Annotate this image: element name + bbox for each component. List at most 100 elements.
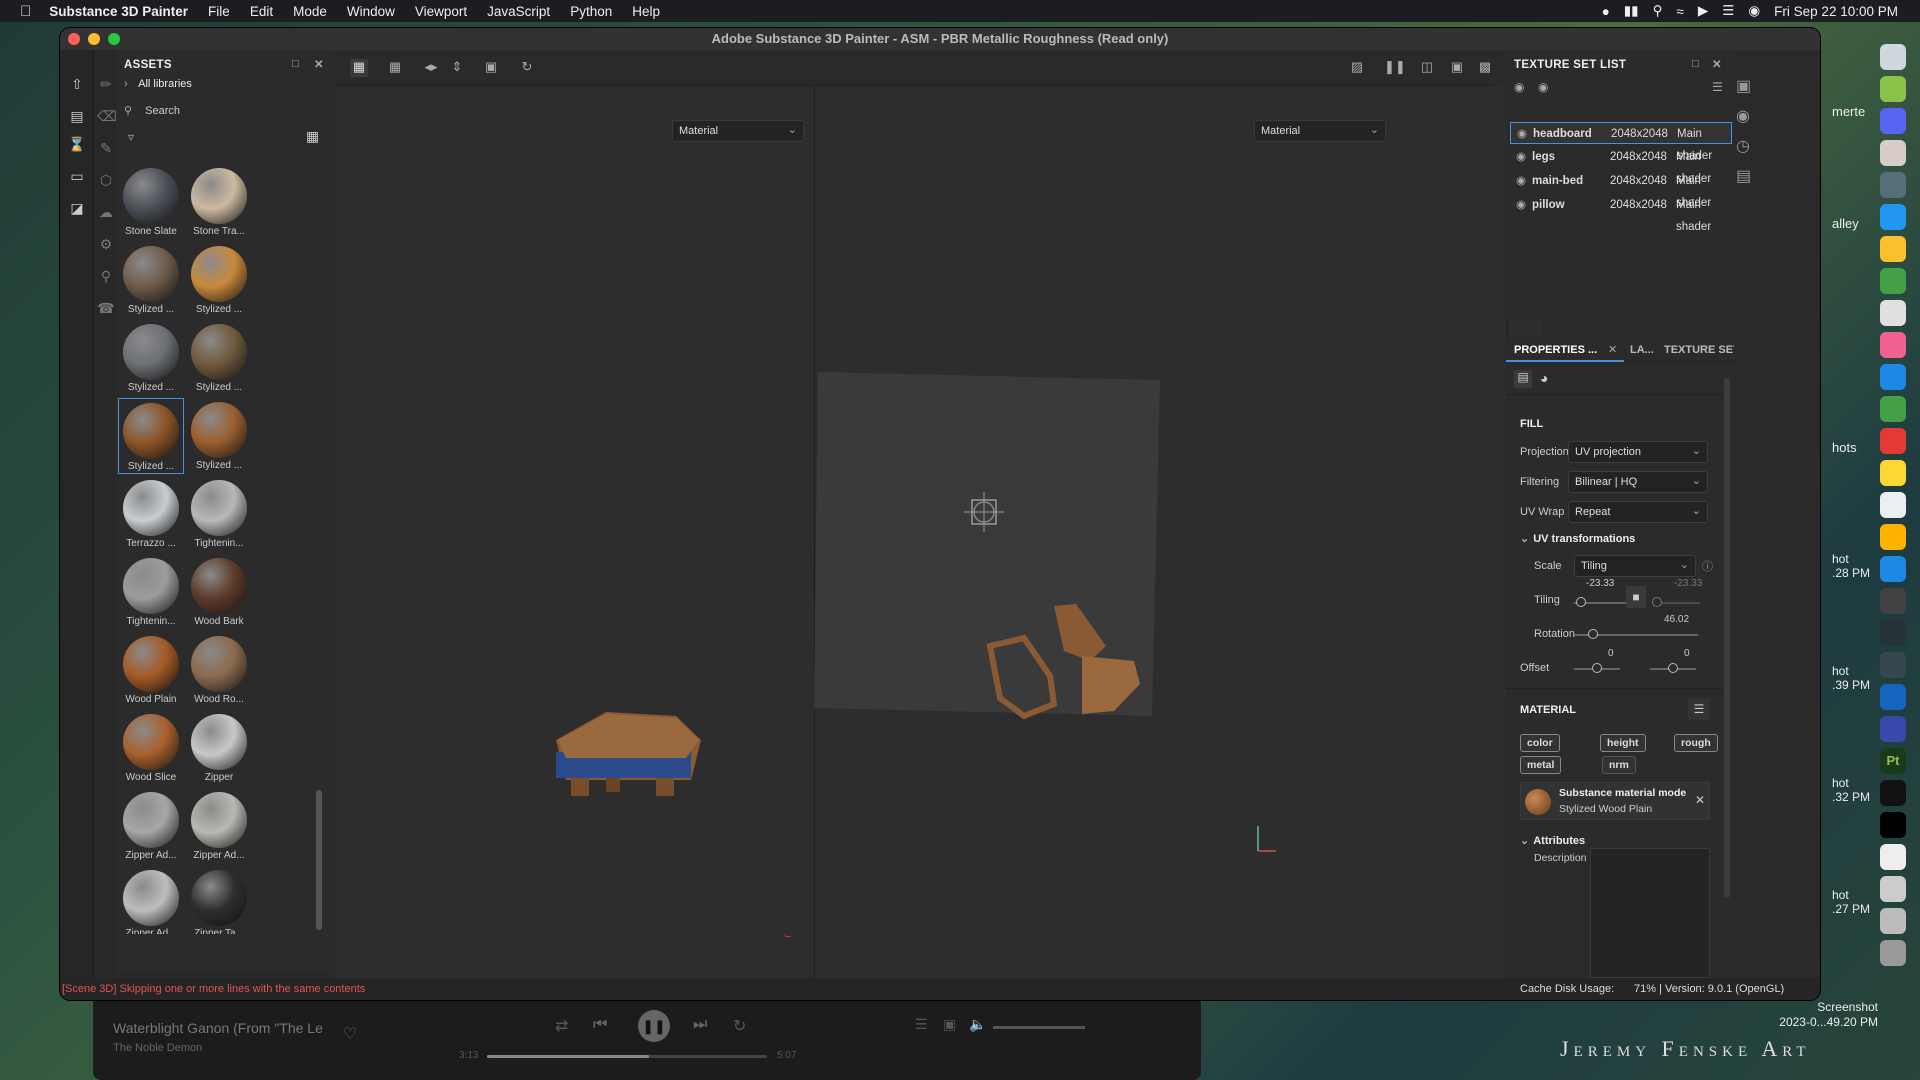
tab-texture-set-settings[interactable]: TEXTURE SET SET...	[1664, 344, 1734, 356]
app-store-icon[interactable]	[1880, 556, 1906, 582]
frame-icon[interactable]: ▣	[482, 59, 500, 77]
asset-swatch[interactable]: Stone Slate	[118, 168, 184, 240]
asset-swatch[interactable]: Zipper Ad...	[118, 788, 184, 864]
description-textarea[interactable]	[1590, 848, 1710, 978]
offset-x-value[interactable]: 0	[1608, 648, 1614, 659]
remove-material-icon[interactable]: ✕	[1695, 793, 1705, 807]
pause-button[interactable]: ❚❚	[638, 1010, 670, 1042]
asset-swatch[interactable]: Stone Tra...	[186, 168, 252, 240]
asset-swatch[interactable]: Wood Bark	[186, 554, 252, 630]
tab-properties[interactable]: PROPERTIES ...	[1514, 344, 1597, 356]
trash-icon[interactable]	[1880, 940, 1906, 966]
close-icon[interactable]: ✕	[1608, 343, 1617, 356]
menu-file[interactable]: File	[208, 4, 230, 19]
layers-icon[interactable]: ◉	[1736, 106, 1750, 126]
creative-cloud-icon[interactable]: ●	[1602, 4, 1610, 19]
app-icon[interactable]	[1880, 876, 1906, 902]
status-message[interactable]: [Scene 3D] Skipping one or more lines wi…	[62, 983, 365, 995]
song-title[interactable]: Waterblight Ganon (From "The Le	[113, 1020, 323, 1036]
asset-swatch[interactable]: Stylized ...	[186, 242, 252, 318]
tiling-y-knob[interactable]	[1652, 597, 1662, 607]
heart-icon[interactable]: ♡	[343, 1024, 357, 1044]
painter-icon[interactable]: Pt	[1880, 748, 1906, 774]
material-picker-icon[interactable]: ☎	[97, 300, 115, 318]
scrollbar[interactable]	[316, 790, 322, 930]
bake-icon[interactable]: ▤	[68, 108, 86, 126]
history-icon[interactable]: ◷	[1736, 136, 1750, 156]
discord-icon[interactable]	[1880, 108, 1906, 134]
asset-swatch[interactable]: Terrazzo ...	[118, 476, 184, 552]
material-sphere-icon[interactable]: ◕	[1540, 370, 1548, 386]
paint-brush-icon[interactable]: ✏	[97, 76, 115, 94]
texture-set-row[interactable]: ◉ main-bed 2048x2048 Main shader	[1510, 170, 1732, 209]
progress-track[interactable]	[487, 1055, 767, 1058]
history-icon[interactable]: ⌛	[68, 136, 86, 154]
app-menu[interactable]: Substance 3D Painter	[49, 4, 188, 19]
photos-icon[interactable]	[1880, 332, 1906, 358]
next-icon[interactable]: ⏭	[693, 1016, 707, 1034]
eye-icon[interactable]: ◉	[1516, 170, 1526, 192]
close-window-button[interactable]	[68, 33, 80, 45]
app-icon[interactable]	[1880, 44, 1906, 70]
log-icon[interactable]: ▤	[1736, 166, 1751, 186]
apple-icon[interactable]: 	[20, 3, 31, 20]
asset-swatch[interactable]: Stylized ...	[118, 398, 184, 474]
texture-set-shader[interactable]: Main shader	[1676, 194, 1732, 238]
repeat-icon[interactable]: ↻	[733, 1016, 746, 1036]
close-icon[interactable]: ✕	[314, 57, 324, 71]
tiling-x-knob[interactable]	[1576, 597, 1586, 607]
asset-swatch[interactable]: Wood Ro...	[186, 632, 252, 708]
smudge-icon[interactable]: ☁	[97, 204, 115, 222]
pause-icon[interactable]: ❚❚	[1384, 59, 1406, 77]
texture-set-row[interactable]: ◉ legs 2048x2048 Main shader	[1510, 146, 1732, 185]
offset-y-value[interactable]: 0	[1684, 648, 1690, 659]
undock-icon[interactable]: □	[292, 58, 299, 70]
cube-icon[interactable]: ▣	[1448, 59, 1466, 77]
volume-icon[interactable]: 🔈	[969, 1016, 986, 1033]
align-icon[interactable]: ⇕	[448, 59, 466, 77]
offset-x-knob[interactable]	[1592, 663, 1602, 673]
export-icon[interactable]: ⇧	[68, 76, 86, 94]
devices-icon[interactable]: ▣	[943, 1016, 956, 1033]
app-icon[interactable]	[1880, 652, 1906, 678]
tiling-y-value[interactable]: -23.33	[1674, 578, 1702, 589]
clock[interactable]: Fri Sep 22 10:00 PM	[1774, 4, 1898, 19]
desktop-file-label[interactable]: hot .32 PM	[1832, 776, 1870, 804]
display-settings-icon[interactable]: ◪	[68, 200, 86, 218]
artist-name[interactable]: The Noble Demon	[113, 1042, 202, 1054]
app-icon[interactable]	[1880, 812, 1906, 838]
menu-icon[interactable]: ☰	[1712, 80, 1723, 94]
notes-icon[interactable]	[1880, 460, 1906, 486]
siri-icon[interactable]: ◉	[1748, 3, 1760, 19]
texture-set-icon[interactable]: ▣	[1736, 76, 1751, 96]
reset-camera-icon[interactable]: ↻	[518, 59, 536, 77]
tab-layers[interactable]: LA...	[1630, 344, 1654, 356]
messages-icon[interactable]	[1880, 268, 1906, 294]
uv-wrap-dropdown[interactable]: Repeat ⌄	[1568, 501, 1708, 523]
substance-material-card[interactable]: Substance material mode Stylized Wood Pl…	[1520, 782, 1710, 820]
app-icon[interactable]	[1880, 524, 1906, 550]
uv-transformations-toggle[interactable]: ⌄ UV transformations	[1520, 532, 1635, 545]
channel-color-toggle[interactable]: color	[1520, 734, 1560, 752]
wifi-icon[interactable]: ≈	[1676, 4, 1683, 19]
polygon-fill-icon[interactable]: ⬡	[97, 172, 115, 190]
filtering-dropdown[interactable]: Bilinear | HQ ⌄	[1568, 471, 1708, 493]
desktop-file-label[interactable]: hot .27 PM	[1832, 888, 1870, 916]
battery-icon[interactable]: ▮▮	[1624, 3, 1639, 19]
menu-mode[interactable]: Mode	[293, 4, 327, 19]
app-icon[interactable]	[1880, 76, 1906, 102]
projection-icon[interactable]: ✎	[97, 140, 115, 158]
attributes-toggle[interactable]: ⌄ Attributes	[1520, 834, 1585, 847]
asset-swatch[interactable]: Stylized ...	[118, 320, 184, 396]
menu-javascript[interactable]: JavaScript	[487, 4, 550, 19]
eye-icon[interactable]: ◉	[1538, 80, 1548, 94]
channel-rough-toggle[interactable]: rough	[1674, 734, 1718, 752]
mail-icon[interactable]	[1880, 364, 1906, 390]
menu-viewport[interactable]: Viewport	[415, 4, 467, 19]
texture-set-row[interactable]: ◉ headboard 2048x2048 Main shader	[1510, 122, 1732, 162]
desktop-file-label[interactable]: hot .28 PM	[1832, 552, 1870, 580]
symmetry-icon[interactable]: ◂▸	[422, 59, 440, 77]
freeform-icon[interactable]	[1880, 492, 1906, 518]
tiling-x-value[interactable]: -23.33	[1586, 578, 1614, 589]
control-center-icon[interactable]: ☰	[1722, 3, 1734, 19]
